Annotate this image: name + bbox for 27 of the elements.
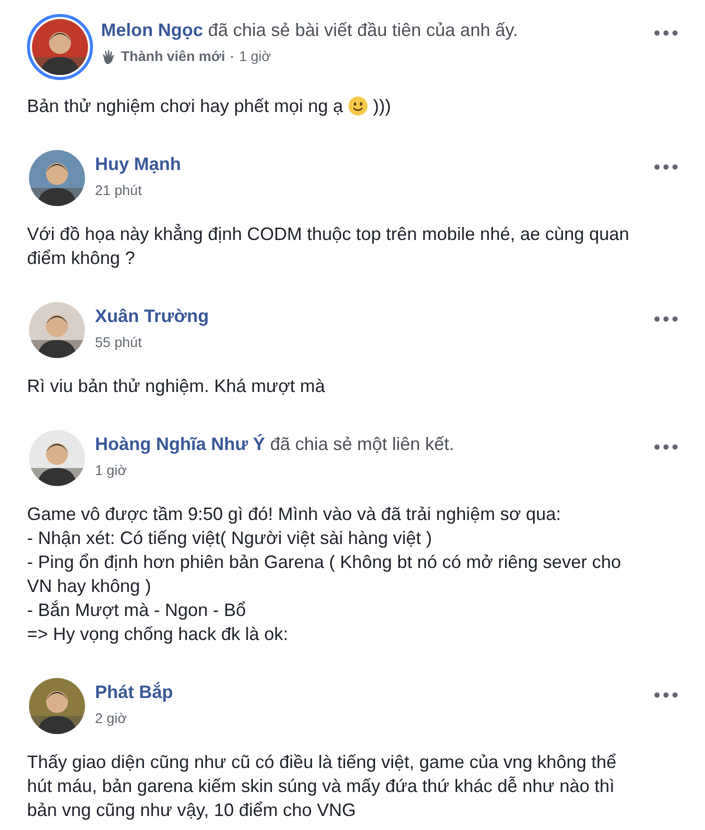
post-time[interactable]: 21 phút	[95, 180, 142, 201]
author-name[interactable]: Melon Ngọc	[101, 20, 203, 40]
action-text: đã chia sẻ một liên kết.	[270, 434, 454, 454]
more-options-icon[interactable]	[654, 164, 678, 170]
post-time[interactable]: 1 giờ	[95, 460, 127, 481]
post-time[interactable]: 1 giờ	[239, 46, 271, 67]
story-ring[interactable]	[27, 14, 93, 80]
post-text: Thấy giao diện cũng như cũ có điều là tiếng việt, game của vng không thể hút máu, bản garena kiếm skin súng và mấy đứa thứ khác dễ như nào thì bản vng cũng như vậy, 10 điểm cho VNG	[27, 751, 616, 822]
post-time[interactable]: 2 giờ	[95, 708, 127, 729]
author-name[interactable]: Hoàng Nghĩa Như Ý	[95, 434, 266, 454]
post-text-tail: )))	[373, 95, 392, 118]
smiley-icon	[348, 96, 368, 116]
action-text: đã chia sẻ bài viết đầu tiên của anh ấy.	[208, 20, 518, 40]
author-name[interactable]: Phát Bắp	[95, 682, 174, 702]
more-options-icon[interactable]	[654, 316, 678, 322]
post-text: Game vô được tầm 9:50 gì đó! Mình vào và đã trải nghiệm sơ qua: - Nhận xét: Có tiếng việt( Người việt sài hàng việt ) - Ping ổn định hơn phiên bản Garena ( Không bt nó có mở riêng sever cho VN hay không ) - Bắn Mượt mà - Ngon - Bổ => Hy vọng chống hack đk là ok:	[27, 503, 621, 646]
post-time[interactable]: 55 phút	[95, 332, 142, 353]
post-text: Với đồ họa này khẳng định CODM thuộc top trên mobile nhé, ae cùng quan điểm không ?	[27, 222, 630, 270]
author-name[interactable]: Huy Mạnh	[95, 154, 182, 174]
post-text: Rì viu bản thử nghiệm. Khá mượt mà	[27, 375, 326, 398]
member-label: Thành viên mới	[121, 47, 226, 66]
more-options-icon[interactable]	[654, 30, 678, 36]
author-name[interactable]: Xuân Trường	[95, 306, 209, 326]
more-options-icon[interactable]	[654, 692, 678, 698]
waving-hand-icon	[101, 48, 117, 64]
post-text: Bản thử nghiệm chơi hay phết mọi ng ạ	[27, 95, 344, 118]
more-options-icon[interactable]	[654, 444, 678, 450]
